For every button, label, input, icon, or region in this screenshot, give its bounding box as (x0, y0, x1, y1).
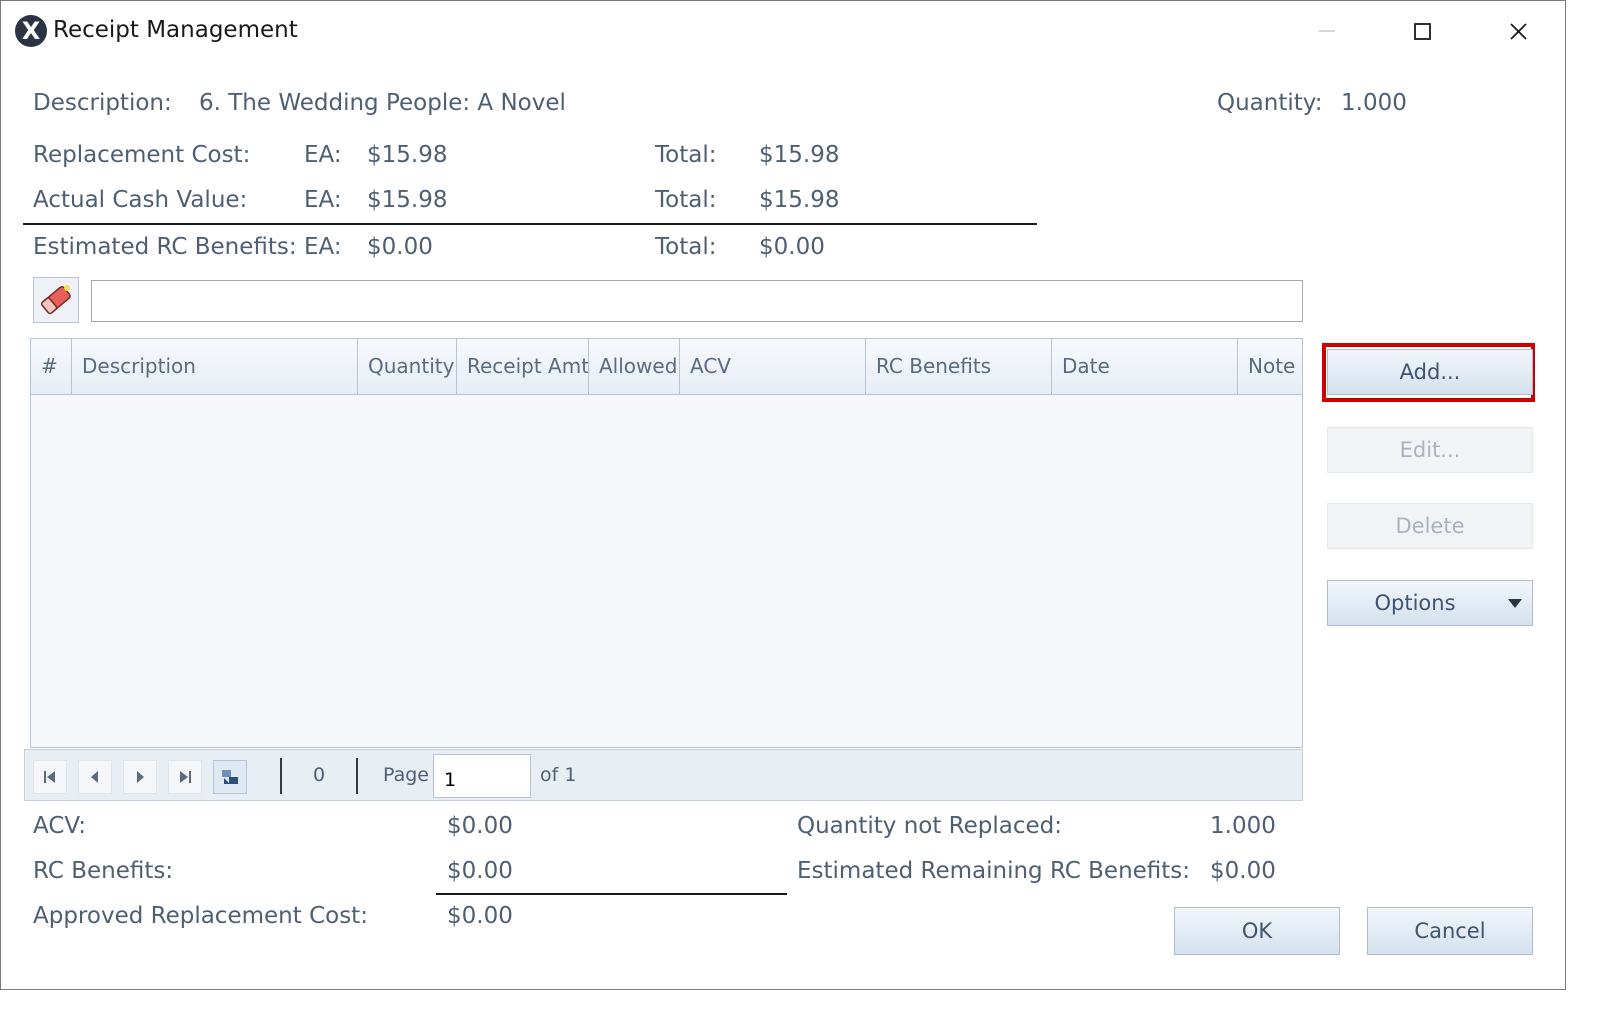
options-dropdown-button[interactable]: Options (1327, 580, 1533, 626)
quantity-label: Quantity: (1217, 90, 1323, 116)
rc-benefits-summary-value: $0.00 (447, 858, 513, 884)
approved-replacement-cost-label: Approved Replacement Cost: (33, 903, 368, 929)
column-header-date[interactable]: Date (1052, 339, 1238, 394)
minimize-button[interactable] (1307, 15, 1347, 49)
next-page-icon (137, 771, 144, 783)
actual-cash-value-ea-value: $15.98 (367, 187, 448, 213)
close-icon (1510, 23, 1527, 40)
acv-summary-label: ACV: (33, 813, 86, 839)
quantity-not-replaced-value: 1.000 (1210, 813, 1276, 839)
pager-separator (280, 758, 282, 794)
first-page-icon (44, 771, 55, 783)
column-header-note[interactable]: Note (1238, 339, 1302, 394)
window-title: Receipt Management (53, 17, 298, 43)
previous-page-button[interactable] (78, 760, 112, 794)
ok-button[interactable]: OK (1174, 907, 1340, 955)
estimated-rc-benefits-ea-value: $0.00 (367, 234, 433, 260)
replacement-cost-total-label: Total: (655, 142, 717, 168)
quantity-not-replaced-label: Quantity not Replaced: (797, 813, 1063, 839)
column-header-acv[interactable]: ACV (680, 339, 866, 394)
estimated-rc-benefits-label: Estimated RC Benefits: (33, 234, 297, 260)
page-number-input[interactable] (433, 754, 531, 798)
estimated-rc-benefits-total-label: Total: (655, 234, 717, 260)
page-label: Page (383, 764, 429, 786)
last-page-button[interactable] (168, 760, 202, 794)
receipts-grid: # Description Quantity Receipt Amt Allow… (30, 338, 1303, 748)
close-button[interactable] (1499, 15, 1539, 49)
column-header-number[interactable]: # (31, 339, 72, 394)
acv-summary-value: $0.00 (447, 813, 513, 839)
column-header-rc-benefits[interactable]: RC Benefits (866, 339, 1052, 394)
grid-pager: 0 Page of 1 (24, 749, 1303, 801)
column-header-receipt-amt[interactable]: Receipt Amt (457, 339, 589, 394)
dropdown-arrow-icon (1508, 599, 1522, 608)
minimize-icon (1319, 30, 1335, 32)
maximize-icon (1414, 23, 1431, 40)
description-value: 6. The Wedding People: A Novel (199, 90, 566, 116)
estimated-remaining-rc-benefits-label: Estimated Remaining RC Benefits: (797, 858, 1191, 884)
refresh-button[interactable] (213, 760, 247, 794)
pager-item-count: 0 (313, 764, 326, 786)
eraser-icon (40, 285, 71, 315)
page-of-label: of 1 (540, 764, 577, 786)
add-button[interactable]: Add... (1327, 349, 1533, 395)
estimated-remaining-rc-benefits-value: $0.00 (1210, 858, 1276, 884)
approved-replacement-cost-value: $0.00 (447, 903, 513, 929)
column-header-description[interactable]: Description (72, 339, 358, 394)
replacement-cost-total-value: $15.98 (759, 142, 840, 168)
filter-input[interactable] (91, 280, 1303, 322)
maximize-button[interactable] (1402, 15, 1442, 49)
rc-benefits-summary-label: RC Benefits: (33, 858, 174, 884)
app-logo-icon: X (15, 15, 47, 47)
actual-cash-value-total-label: Total: (655, 187, 717, 213)
replacement-cost-label: Replacement Cost: (33, 142, 251, 168)
edit-button[interactable]: Edit... (1327, 427, 1533, 473)
column-header-quantity[interactable]: Quantity (358, 339, 457, 394)
previous-page-icon (91, 771, 98, 783)
summary-divider (436, 893, 787, 895)
description-label: Description: (33, 90, 172, 116)
refresh-icon (222, 770, 238, 784)
grid-header: # Description Quantity Receipt Amt Allow… (31, 339, 1302, 395)
estimated-rc-benefits-ea-label: EA: (304, 234, 342, 260)
clear-filter-button[interactable] (33, 277, 79, 323)
delete-button[interactable]: Delete (1327, 503, 1533, 549)
header-divider (23, 223, 1037, 225)
next-page-button[interactable] (123, 760, 157, 794)
actual-cash-value-label: Actual Cash Value: (33, 187, 248, 213)
pager-separator (356, 758, 358, 794)
replacement-cost-ea-label: EA: (304, 142, 342, 168)
cancel-button[interactable]: Cancel (1367, 907, 1533, 955)
options-label: Options (1374, 591, 1456, 615)
actual-cash-value-ea-label: EA: (304, 187, 342, 213)
last-page-icon (180, 771, 191, 783)
first-page-button[interactable] (33, 760, 67, 794)
receipt-management-window: X Receipt Management Description: 6. The… (0, 0, 1566, 990)
actual-cash-value-total-value: $15.98 (759, 187, 840, 213)
quantity-value: 1.000 (1341, 90, 1407, 116)
title-bar: X Receipt Management (1, 1, 1565, 63)
replacement-cost-ea-value: $15.98 (367, 142, 448, 168)
column-header-allowed[interactable]: Allowed (589, 339, 680, 394)
estimated-rc-benefits-total-value: $0.00 (759, 234, 825, 260)
